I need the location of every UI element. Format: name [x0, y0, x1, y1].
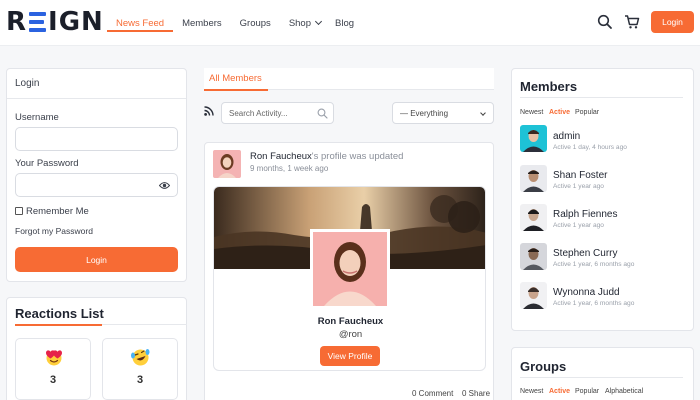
nav-shop-label: Shop [288, 17, 311, 29]
header-login-button[interactable]: Login [651, 11, 694, 33]
member-avatar-shan-foster[interactable] [520, 165, 547, 192]
logo-text-right: IGN [48, 7, 104, 37]
remember-me-label: Remember Me [26, 206, 89, 217]
comment-count-link[interactable]: 0 Comment [412, 389, 453, 398]
activity-filter-select[interactable]: — Everything [392, 102, 494, 124]
member-last-active: Active 1 year ago [553, 222, 604, 229]
nav-members-label: Members [182, 17, 222, 29]
reaction-count: 3 [49, 374, 57, 386]
profile-photo[interactable] [310, 229, 390, 309]
chevron-down-icon [314, 17, 323, 26]
laughing-tears-icon [131, 349, 150, 366]
nav-members[interactable]: Members [182, 0, 222, 46]
search-icon[interactable] [597, 14, 613, 30]
search-placeholder: Search Activity... [229, 109, 288, 118]
reactions-title: Reactions List [15, 306, 104, 321]
member-avatar-wynonna-judd[interactable] [520, 282, 547, 309]
nav-shop[interactable]: Shop [288, 0, 323, 46]
member-name[interactable]: admin [553, 131, 580, 142]
filter-newest[interactable]: Newest [520, 109, 543, 116]
username-field[interactable] [15, 127, 178, 151]
filter-active[interactable]: Active [549, 109, 570, 116]
member-avatar-stephen-curry[interactable] [520, 243, 547, 270]
cart-icon[interactable] [624, 14, 640, 30]
search-icon[interactable] [317, 108, 328, 119]
share-count-link[interactable]: 0 Share [462, 389, 490, 398]
nav-groups-label: Groups [239, 17, 271, 29]
nav-blog[interactable]: Blog [335, 0, 354, 46]
activity-user-link[interactable]: Ron Faucheux [250, 151, 312, 162]
reactions-title-underline [15, 324, 102, 326]
logo-text-left: R [6, 7, 28, 37]
profile-name: Ron Faucheux [317, 316, 384, 327]
logo-e-mark [29, 12, 47, 32]
rss-icon[interactable] [204, 106, 214, 116]
member-name[interactable]: Wynonna Judd [553, 287, 620, 298]
nav-news-feed[interactable]: News Feed [107, 0, 174, 46]
profile-handle: @ron [338, 329, 363, 340]
activity-search-input[interactable]: Search Activity... [221, 102, 334, 124]
password-label: Your Password [15, 158, 79, 169]
member-last-active: Active 1 year ago [553, 183, 604, 190]
site-header: R IGN News Feed Members Groups Shop Blog… [0, 0, 700, 46]
activity-filter-value: — Everything [400, 109, 449, 118]
activity-action-line: Ron Faucheux's profile was updated [250, 151, 403, 162]
reaction-item[interactable]: 3 [15, 338, 91, 400]
remember-me-checkbox[interactable] [15, 207, 23, 215]
nav-groups[interactable]: Groups [240, 0, 271, 46]
member-avatar-admin[interactable] [520, 125, 547, 152]
groups-filter-alphabetical[interactable]: Alphabetical [605, 388, 643, 395]
member-name[interactable]: Stephen Curry [553, 248, 617, 259]
member-last-active: Active 1 year, 6 months ago [553, 300, 635, 307]
tab-active-underline [204, 89, 268, 91]
login-title-divider [7, 98, 186, 99]
activity-item: Ron Faucheux's profile was updated 9 mon… [204, 142, 494, 400]
member-last-active: Active 1 day, 4 hours ago [553, 144, 627, 151]
activity-timestamp[interactable]: 9 months, 1 week ago [250, 164, 328, 173]
member-name[interactable]: Ralph Fiennes [553, 209, 617, 220]
password-field[interactable] [15, 173, 178, 197]
profile-card: Ron Faucheux @ron View Profile [213, 186, 486, 371]
eye-icon[interactable] [159, 181, 170, 190]
groups-filter-active[interactable]: Active [549, 388, 570, 395]
forgot-password-link[interactable]: Forgot my Password [15, 226, 93, 236]
reaction-item[interactable]: 3 [102, 338, 178, 400]
groups-filter-popular[interactable]: Popular [575, 388, 599, 395]
groups-title: Groups [520, 359, 567, 374]
nav-blog-label: Blog [335, 17, 355, 29]
heart-face-icon [46, 350, 62, 366]
site-logo[interactable]: R IGN [6, 7, 104, 37]
username-label: Username [15, 112, 59, 123]
tab-all-members[interactable]: All Members [209, 73, 262, 84]
main-nav: News Feed Members Groups Shop Blog [107, 0, 372, 46]
member-last-active: Active 1 year, 6 months ago [553, 261, 635, 268]
reaction-count: 3 [136, 374, 144, 386]
members-title: Members [520, 79, 578, 94]
login-widget-title: Login [15, 78, 40, 89]
view-profile-button[interactable]: View Profile [320, 346, 380, 366]
members-title-divider [520, 97, 683, 98]
groups-filter-newest[interactable]: Newest [520, 388, 543, 395]
chevron-down-icon [480, 110, 486, 116]
groups-widget: Groups Newest Active Popular Alphabetica… [511, 347, 694, 400]
activity-action-text: 's profile was updated [311, 151, 404, 162]
reactions-title-divider [102, 324, 187, 325]
filter-popular[interactable]: Popular [575, 109, 599, 116]
groups-title-divider [520, 377, 683, 378]
member-avatar-ralph-fiennes[interactable] [520, 204, 547, 231]
login-submit-button[interactable]: Login [15, 247, 178, 272]
tab-divider [268, 89, 494, 90]
nav-news-feed-label: News Feed [116, 17, 165, 29]
user-avatar[interactable] [213, 150, 241, 178]
login-widget: Login Username Your Password Remember Me… [6, 68, 187, 282]
member-name[interactable]: Shan Foster [553, 170, 607, 181]
